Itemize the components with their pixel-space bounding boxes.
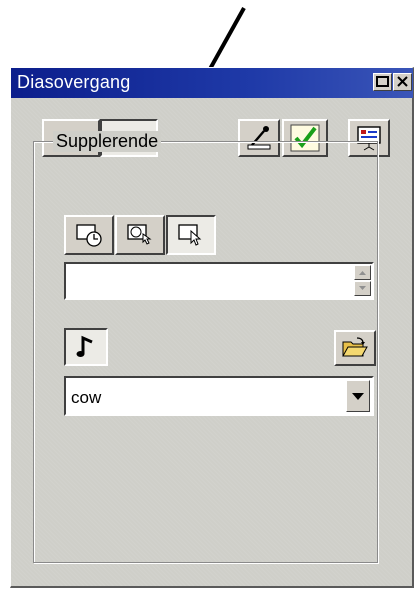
sound-dropdown-button[interactable] [346, 380, 370, 412]
click-clock-icon [127, 224, 152, 245]
mouse-click-icon [178, 224, 202, 246]
clock-advance-icon [76, 224, 102, 247]
open-sound-file-button[interactable] [334, 330, 376, 366]
group-label: Supplerende [53, 131, 162, 152]
minimize-button[interactable] [373, 73, 392, 91]
sound-select-value: cow [71, 388, 102, 407]
window-title: Diasovergang [17, 72, 131, 92]
chevron-down-icon [359, 286, 366, 290]
timing-input[interactable] [64, 262, 374, 300]
sound-toggle-button[interactable] [64, 328, 108, 366]
open-folder-icon [342, 337, 368, 357]
close-button[interactable] [393, 73, 412, 91]
spin-up-button[interactable] [354, 265, 371, 280]
auto-advance-button[interactable] [64, 215, 114, 255]
chevron-down-icon [352, 393, 364, 400]
music-note-icon [76, 335, 93, 357]
close-icon [397, 76, 408, 87]
on-click-button[interactable] [166, 215, 216, 255]
title-bar[interactable]: Diasovergang [11, 68, 413, 98]
sound-select[interactable]: cow [64, 376, 374, 416]
chevron-up-icon [359, 271, 366, 275]
click-or-timer-button[interactable] [115, 215, 165, 255]
spin-down-button[interactable] [354, 281, 371, 296]
minimize-icon [376, 76, 389, 87]
